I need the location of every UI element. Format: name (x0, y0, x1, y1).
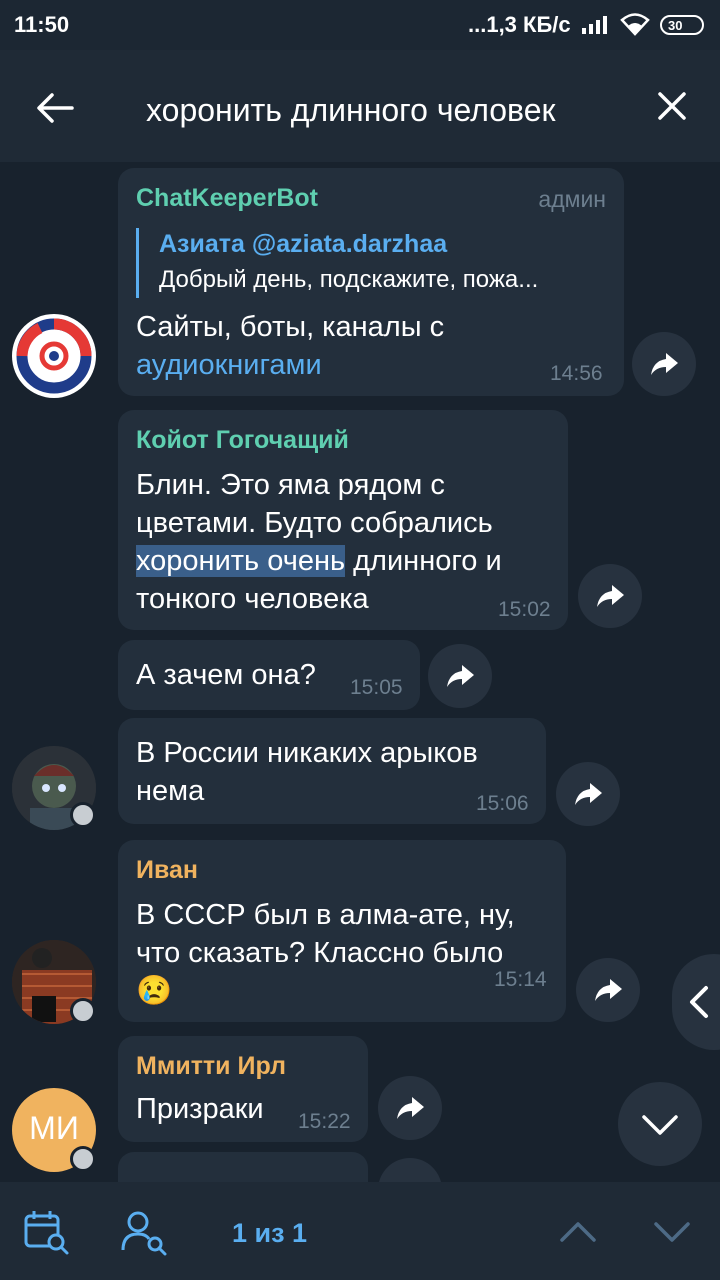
online-status-dot (70, 998, 96, 1024)
message-time: 15:06 (476, 792, 529, 815)
crying-emoji: 😢 (136, 975, 173, 1007)
online-status-dot (70, 802, 96, 828)
audiobooks-link[interactable]: аудиокнигами (136, 349, 322, 381)
share-icon (595, 979, 622, 1001)
share-icon (447, 665, 474, 687)
chevron-down-icon (642, 1115, 678, 1135)
quote-text: Добрый день, подскажите, пожа... (159, 266, 539, 293)
message-text: Блин. Это яма рядом с цветами. Будто соб… (136, 466, 502, 618)
chevron-left-icon (690, 986, 708, 1018)
message-text: В России никаких арыков нема (136, 734, 478, 810)
message-time: 15:22 (298, 1110, 351, 1133)
message-time: 14:56 (550, 362, 603, 385)
avatar[interactable] (12, 314, 96, 398)
message-bubble[interactable]: Ммитти Ирл Призраки 15:22 (118, 1036, 368, 1142)
message-time: 15:02 (498, 598, 551, 621)
share-button[interactable] (576, 958, 640, 1022)
message-text: А зачем она? (136, 659, 316, 691)
share-button[interactable] (632, 332, 696, 396)
share-icon (597, 585, 624, 607)
message-line: цветами. Будто собрались (136, 507, 493, 539)
search-input[interactable]: хоронить длинного человек (146, 90, 620, 130)
signal-icon (582, 16, 607, 34)
sender-name[interactable]: Иван (136, 856, 198, 885)
admin-badge: админ (538, 186, 606, 212)
battery-level: 30 (668, 18, 683, 33)
wifi-icon (620, 13, 650, 36)
message-line: Сайты, боты, каналы с (136, 311, 445, 343)
user-search-icon[interactable] (120, 1208, 168, 1256)
message-bubble[interactable]: А зачем она? 15:05 (118, 640, 420, 710)
scroll-down-button[interactable] (618, 1082, 702, 1166)
chatkeeper-logo-icon (16, 318, 92, 394)
share-button[interactable] (578, 564, 642, 628)
sender-name[interactable]: Ммитти Ирл (136, 1052, 286, 1081)
message-bubble[interactable]: В России никаких арыков нема 15:06 (118, 718, 546, 824)
message-text: В СССР был в алма-ате, ну, что сказать? … (136, 896, 515, 1010)
message-line: Блин. Это яма рядом с (136, 469, 445, 501)
status-time: 11:50 (14, 12, 70, 37)
message-bubble[interactable]: ChatKeeperBot админ Азиата @aziata.darzh… (118, 168, 624, 396)
quote-author: Азиата @aziata.darzhaa (159, 230, 448, 258)
message-bubble[interactable]: Койот Гогочащий Блин. Это яма рядом с цв… (118, 410, 568, 630)
back-arrow-icon[interactable] (32, 86, 76, 130)
search-header: хоронить длинного человек (0, 50, 720, 162)
share-icon (397, 1097, 424, 1119)
message-line: что сказать? Классно было (136, 937, 504, 969)
chevron-up-icon[interactable] (556, 1210, 600, 1254)
message-line: нема (136, 775, 205, 807)
message-bubble[interactable] (118, 1152, 368, 1182)
battery-icon: 30 (660, 15, 704, 35)
search-highlight: хоронить очень (136, 545, 346, 577)
share-icon (575, 783, 602, 805)
search-navigation-bar: 1 из 1 (0, 1182, 720, 1280)
online-status-dot (70, 1146, 96, 1172)
message-line: В России никаких арыков (136, 737, 478, 769)
share-icon (651, 353, 678, 375)
sender-name[interactable]: Койот Гогочащий (136, 426, 349, 455)
message-text: Призраки (136, 1093, 264, 1125)
calendar-search-icon[interactable] (22, 1208, 70, 1256)
search-result-counter: 1 из 1 (232, 1218, 308, 1248)
message-line: тонкого человека (136, 583, 369, 615)
message-time: 15:05 (350, 676, 403, 699)
avatar-initials: МИ (29, 1110, 79, 1146)
reply-quote[interactable]: Азиата @aziata.darzhaa Добрый день, подс… (136, 228, 609, 298)
network-speed: ...1,3 КБ/с (468, 12, 571, 37)
message-line: В СССР был в алма-ате, ну, (136, 899, 515, 931)
message-list[interactable]: ChatKeeperBot админ Азиата @aziata.darzh… (0, 162, 720, 1182)
status-bar: 11:50 ...1,3 КБ/с 30 (0, 0, 720, 50)
share-button[interactable] (378, 1076, 442, 1140)
close-icon[interactable] (652, 86, 692, 126)
share-button[interactable] (378, 1158, 442, 1182)
sender-name[interactable]: ChatKeeperBot (136, 184, 318, 213)
message-text: Сайты, боты, каналы с аудиокнигами (136, 308, 444, 384)
share-button[interactable] (428, 644, 492, 708)
chevron-down-icon[interactable] (650, 1210, 694, 1254)
message-bubble[interactable]: Иван В СССР был в алма-ате, ну, что сказ… (118, 840, 566, 1022)
share-button[interactable] (556, 762, 620, 826)
message-line: длинного и (345, 545, 502, 577)
message-time: 15:14 (494, 968, 547, 991)
